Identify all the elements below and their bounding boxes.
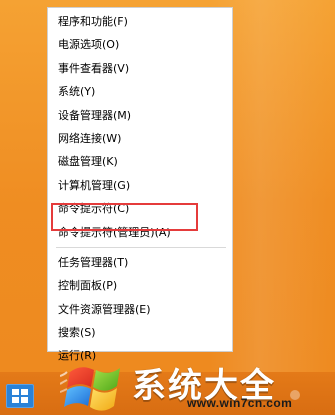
windows-logo-pane: [21, 397, 28, 403]
windows-logo-pane: [12, 389, 19, 395]
menu-separator: [56, 246, 226, 248]
windows-flag-red: [67, 367, 94, 388]
menu-item-device-manager[interactable]: 设备管理器(M): [48, 104, 232, 127]
windows-logo-pane: [12, 397, 19, 403]
menu-item-event-viewer[interactable]: 事件查看器(V): [48, 57, 232, 80]
menu-item-search[interactable]: 搜索(S): [48, 321, 232, 344]
windows-flag-trail: [60, 371, 68, 377]
menu-item-task-manager[interactable]: 任务管理器(T): [48, 251, 232, 274]
watermark: 系统大全 www.win7cn.com: [60, 356, 335, 415]
menu-item-file-explorer[interactable]: 文件资源管理器(E): [48, 298, 232, 321]
menu-item-command-prompt[interactable]: 命令提示符(C): [48, 197, 232, 220]
winx-context-menu: 程序和功能(F) 电源选项(O) 事件查看器(V) 系统(Y) 设备管理器(M)…: [47, 7, 233, 362]
menu-item-programs-features[interactable]: 程序和功能(F): [48, 10, 232, 33]
menu-item-system[interactable]: 系统(Y): [48, 80, 232, 103]
menu-item-network-connections[interactable]: 网络连接(W): [48, 127, 232, 150]
menu-item-disk-management[interactable]: 磁盘管理(K): [48, 150, 232, 173]
windows-logo-pane: [21, 389, 28, 395]
menu-item-power-options[interactable]: 电源选项(O): [48, 33, 232, 56]
windows-logo-icon: [12, 389, 28, 403]
menu-item-control-panel[interactable]: 控制面板(P): [48, 274, 232, 297]
windows-flag-trail: [60, 379, 68, 385]
menu-item-computer-management[interactable]: 计算机管理(G): [48, 174, 232, 197]
windows-flag-blue: [64, 386, 91, 407]
start-button[interactable]: [6, 384, 34, 408]
windows-flag-yellow: [90, 388, 117, 411]
windows-flag-trail: [60, 388, 68, 393]
windows-flag-icon: [60, 367, 120, 411]
menu-item-command-prompt-admin[interactable]: 命令提示符(管理员)(A): [48, 221, 232, 244]
brand-url: www.win7cn.com: [187, 396, 293, 410]
windows-flag-green: [93, 368, 120, 391]
